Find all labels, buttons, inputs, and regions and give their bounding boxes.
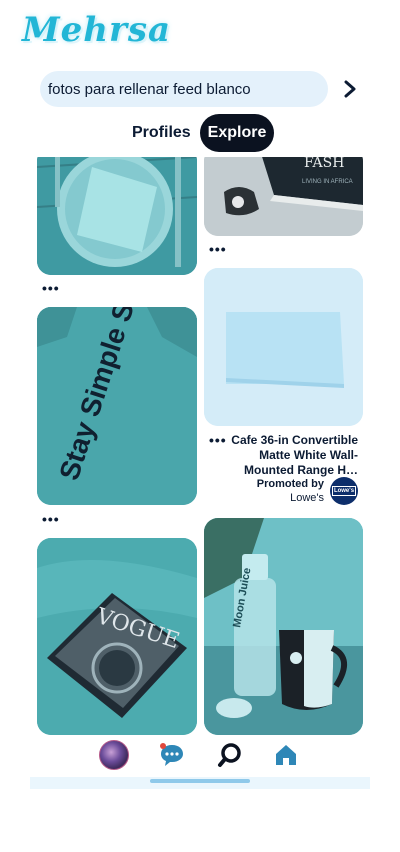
search-tabs: Profiles Explore [126, 114, 286, 152]
chevron-right-icon[interactable] [336, 75, 364, 103]
notification-dot [160, 743, 166, 749]
tab-explore[interactable]: Explore [200, 114, 274, 152]
promoted-by-text: Promoted by Lowe's [240, 477, 324, 505]
advertiser-logo-text: Lowe's [331, 486, 357, 496]
home-icon[interactable] [270, 739, 302, 771]
avatar [99, 740, 129, 770]
pin-more-button[interactable]: ••• [209, 242, 227, 256]
pin-image-vogue-coffee[interactable]: VOGUE [37, 538, 197, 735]
advertiser-name[interactable]: Lowe's [290, 492, 324, 504]
avatar-icon[interactable] [98, 739, 130, 771]
books-subtitle-text: LIVING IN AFRICA [302, 179, 353, 185]
pin-more-button[interactable]: ••• [42, 281, 60, 295]
pin-feed[interactable]: ••• FASH LIVING IN AFRICA ••• Stay Simpl… [0, 157, 400, 735]
logo-text: Mehrsa [22, 10, 172, 50]
promoted-label: Promoted by [256, 478, 324, 490]
search-row: fotos para rellenar feed blanco [40, 71, 370, 107]
books-spine-text: FASH [304, 157, 344, 171]
search-input[interactable]: fotos para rellenar feed blanco [40, 71, 328, 107]
tab-profiles[interactable]: Profiles [132, 114, 191, 152]
pin-more-button[interactable]: ••• [42, 512, 60, 526]
bottom-nav [30, 735, 370, 789]
search-query: fotos para rellenar feed blanco [48, 80, 251, 98]
search-icon[interactable] [214, 739, 246, 771]
home-indicator[interactable] [150, 779, 250, 783]
pin-image-fashion-books[interactable]: FASH LIVING IN AFRICA [204, 157, 363, 236]
pin-image-stay-simple-shirt[interactable]: Stay Simple Stay True. [37, 307, 197, 505]
promoted-pin-title[interactable]: Cafe 36-in Convertible Matte White Wall-… [224, 433, 358, 478]
pin-image-moon-juice-mug[interactable]: Moon Juice [204, 518, 363, 735]
app-logo: Mehrsa [22, 10, 172, 60]
pin-image-range-hood[interactable] [204, 268, 363, 426]
chat-bubble-icon[interactable] [156, 739, 188, 771]
advertiser-logo[interactable]: Lowe's [330, 477, 358, 505]
pin-image-plate-napkin[interactable] [37, 157, 197, 275]
